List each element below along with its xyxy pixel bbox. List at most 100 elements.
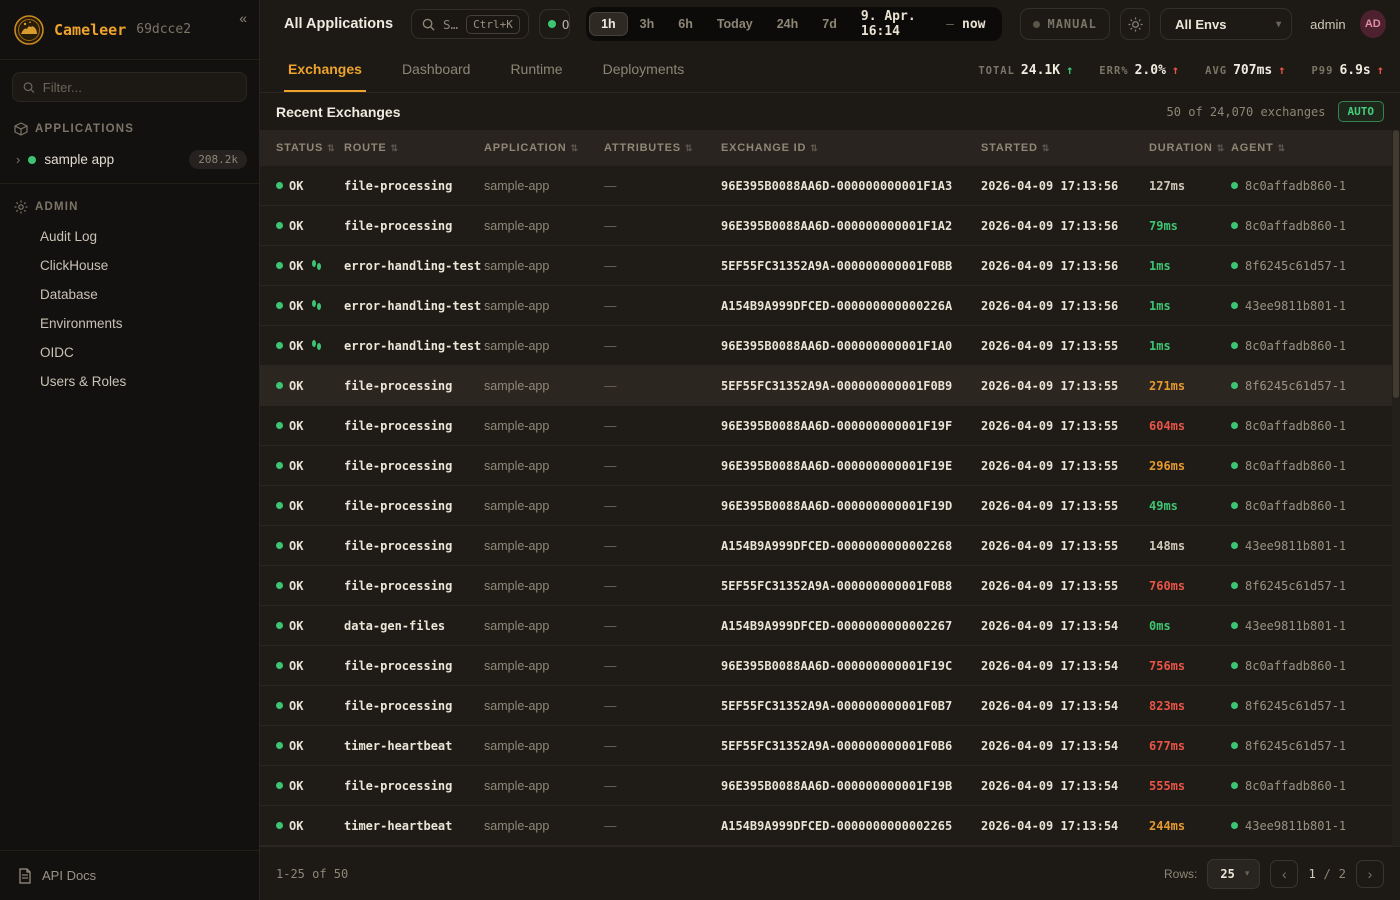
prev-page-button[interactable]: ‹ xyxy=(1270,860,1298,888)
table-row[interactable]: OK file-processing sample-app — 96E395B0… xyxy=(260,766,1400,806)
env-select[interactable]: All Envs ▾ xyxy=(1160,8,1292,40)
agent-cell: 8f6245c61d57-1 xyxy=(1231,739,1400,753)
column-header-duration[interactable]: DURATION⇅ xyxy=(1149,142,1231,154)
expand-chevron-icon[interactable]: › xyxy=(16,152,20,167)
agent-cell: 8c0affadb860-1 xyxy=(1231,499,1400,513)
table-row[interactable]: OK timer-heartbeat sample-app — 5EF55FC3… xyxy=(260,726,1400,766)
table-row[interactable]: OK file-processing sample-app — A154B9A9… xyxy=(260,526,1400,566)
sidebar-collapse-icon[interactable]: « xyxy=(239,10,247,26)
application-cell: sample-app xyxy=(484,659,604,673)
time-range-6h[interactable]: 6h xyxy=(666,12,705,36)
online-status-pill[interactable]: O xyxy=(539,9,570,39)
table-row[interactable]: OK file-processing sample-app — 5EF55FC3… xyxy=(260,366,1400,406)
scope-label: All Applications xyxy=(284,16,393,32)
column-header-status[interactable]: STATUS⇅ xyxy=(260,142,344,154)
sidebar-item-database[interactable]: Database xyxy=(0,280,259,309)
table-row[interactable]: OK file-processing sample-app — 5EF55FC3… xyxy=(260,566,1400,606)
time-range-24h[interactable]: 24h xyxy=(765,12,811,36)
tab-dashboard[interactable]: Dashboard xyxy=(398,48,475,92)
scrollbar-thumb[interactable] xyxy=(1393,130,1399,398)
agent-status-dot xyxy=(1231,502,1238,509)
tab-runtime[interactable]: Runtime xyxy=(506,48,566,92)
attributes-cell: — xyxy=(604,739,721,753)
sidebar-item-users-roles[interactable]: Users & Roles xyxy=(0,367,259,396)
rows-per-page-select[interactable]: 25 ▾ xyxy=(1207,859,1260,889)
avatar[interactable]: AD xyxy=(1360,10,1386,38)
sort-icon: ⇅ xyxy=(1217,143,1225,154)
agent-cell: 8c0affadb860-1 xyxy=(1231,459,1400,473)
sidebar-item-environments[interactable]: Environments xyxy=(0,309,259,338)
manual-mode-button[interactable]: MANUAL xyxy=(1020,8,1109,40)
status-dot xyxy=(276,622,283,629)
started-cell: 2026-04-09 17:13:55 xyxy=(981,419,1149,433)
page-indicator: 1 / 2 xyxy=(1308,866,1346,881)
next-page-button[interactable]: › xyxy=(1356,860,1384,888)
started-cell: 2026-04-09 17:13:54 xyxy=(981,699,1149,713)
table-row[interactable]: OK file-processing sample-app — 96E395B0… xyxy=(260,446,1400,486)
column-header-exchange-id[interactable]: EXCHANGE ID⇅ xyxy=(721,142,981,154)
column-header-agent[interactable]: AGENT⇅ xyxy=(1231,142,1400,154)
exchange-id-cell: 5EF55FC31352A9A-000000000001F0B9 xyxy=(721,379,981,393)
table-row[interactable]: OK file-processing sample-app — 96E395B0… xyxy=(260,486,1400,526)
api-docs-link[interactable]: API Docs xyxy=(0,850,259,900)
search-shortcut-kbd: Ctrl+K xyxy=(466,15,520,34)
attributes-cell: — xyxy=(604,699,721,713)
agent-cell: 8c0affadb860-1 xyxy=(1231,659,1400,673)
table-row[interactable]: OK error-handling-test sample-app — 5EF5… xyxy=(260,246,1400,286)
sidebar-item-oidc[interactable]: OIDC xyxy=(0,338,259,367)
table-row[interactable]: OK file-processing sample-app — 96E395B0… xyxy=(260,166,1400,206)
agent-cell: 8c0affadb860-1 xyxy=(1231,419,1400,433)
exchange-id-cell: A154B9A999DFCED-0000000000002268 xyxy=(721,539,981,553)
agent-status-dot xyxy=(1231,622,1238,629)
agent-label: 8f6245c61d57-1 xyxy=(1245,379,1346,393)
filter-input[interactable] xyxy=(43,80,236,95)
table-row[interactable]: OK file-processing sample-app — 5EF55FC3… xyxy=(260,686,1400,726)
application-cell: sample-app xyxy=(484,179,604,193)
sidebar-item-clickhouse[interactable]: ClickHouse xyxy=(0,251,259,280)
time-range-1h[interactable]: 1h xyxy=(589,12,628,36)
time-range-7d[interactable]: 7d xyxy=(810,12,849,36)
row-range-label: 1-25 of 50 xyxy=(276,867,348,881)
column-header-started[interactable]: STARTED⇅ xyxy=(981,142,1149,154)
agent-cell: 8f6245c61d57-1 xyxy=(1231,579,1400,593)
table-row[interactable]: OK error-handling-test sample-app — 96E3… xyxy=(260,326,1400,366)
theme-toggle-button[interactable] xyxy=(1120,8,1150,40)
status-cell: OK xyxy=(260,579,344,593)
status-dot xyxy=(276,542,283,549)
tab-exchanges[interactable]: Exchanges xyxy=(284,48,366,92)
sidebar-item-sample-app[interactable]: › sample app 208.2k xyxy=(0,144,259,179)
table-row[interactable]: OK file-processing sample-app — 96E395B0… xyxy=(260,206,1400,246)
table-row[interactable]: OK data-gen-files sample-app — A154B9A99… xyxy=(260,606,1400,646)
sidebar-filter[interactable] xyxy=(12,72,247,102)
time-range-3h[interactable]: 3h xyxy=(628,12,667,36)
duration-cell: 555ms xyxy=(1149,779,1231,793)
time-range-today[interactable]: Today xyxy=(705,12,765,36)
duration-cell: 0ms xyxy=(1149,619,1231,633)
table-row[interactable]: OK error-handling-test sample-app — A154… xyxy=(260,286,1400,326)
sidebar-item-audit-log[interactable]: Audit Log xyxy=(0,222,259,251)
table-row[interactable]: OK file-processing sample-app — 96E395B0… xyxy=(260,406,1400,446)
agent-status-dot xyxy=(1231,302,1238,309)
auto-refresh-badge[interactable]: AUTO xyxy=(1338,101,1385,122)
status-label: OK xyxy=(289,299,303,313)
table-row[interactable]: OK file-processing sample-app — 96E395B0… xyxy=(260,646,1400,686)
footprints-icon xyxy=(312,260,321,270)
tab-deployments[interactable]: Deployments xyxy=(599,48,689,92)
started-cell: 2026-04-09 17:13:56 xyxy=(981,259,1149,273)
table-row[interactable]: OK timer-heartbeat sample-app — A154B9A9… xyxy=(260,806,1400,846)
started-cell: 2026-04-09 17:13:56 xyxy=(981,219,1149,233)
started-cell: 2026-04-09 17:13:55 xyxy=(981,499,1149,513)
global-search[interactable]: S… Ctrl+K xyxy=(411,9,529,39)
application-cell: sample-app xyxy=(484,619,604,633)
status-label: OK xyxy=(289,619,303,633)
status-dot xyxy=(276,462,283,469)
status-dot xyxy=(276,222,283,229)
column-header-route[interactable]: ROUTE⇅ xyxy=(344,142,484,154)
duration-cell: 296ms xyxy=(1149,459,1231,473)
agent-label: 8c0affadb860-1 xyxy=(1245,219,1346,233)
column-header-attributes[interactable]: ATTRIBUTES⇅ xyxy=(604,142,721,154)
date-range-display[interactable]: 9. Apr. 16:14 – now xyxy=(849,9,1000,39)
table-scrollbar[interactable] xyxy=(1392,130,1400,846)
column-header-application[interactable]: APPLICATION⇅ xyxy=(484,142,604,154)
agent-cell: 43ee9811b801-1 xyxy=(1231,819,1400,833)
